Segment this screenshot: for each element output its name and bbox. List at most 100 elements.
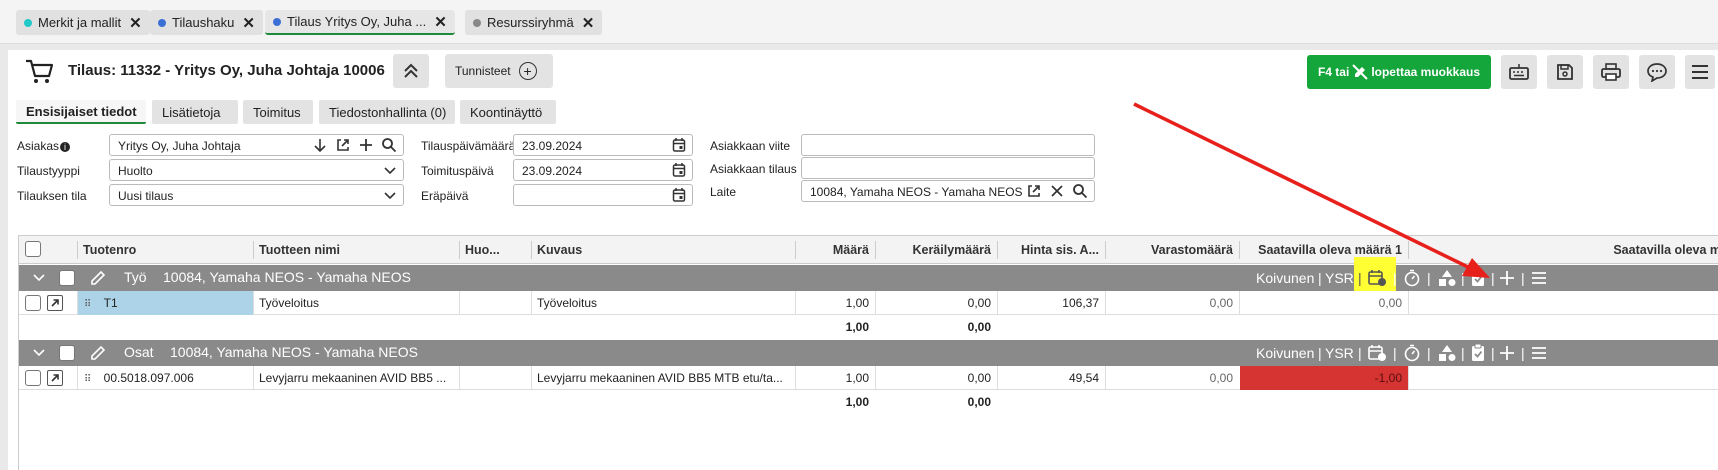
nimi-cell[interactable]: Työveloitus: [259, 291, 454, 315]
kuvaus-cell[interactable]: Työveloitus: [537, 291, 791, 315]
asiakkaan-tilaus-field[interactable]: [801, 157, 1095, 179]
kuvaus-cell[interactable]: Levyjarru mekaaninen AVID BB5 MTB etu/ta…: [537, 366, 791, 390]
print-button[interactable]: [1593, 55, 1629, 89]
drag-handle-icon[interactable]: ⠿: [84, 299, 91, 310]
plus-icon[interactable]: [359, 137, 373, 153]
maara-cell[interactable]: 1,00: [795, 366, 869, 390]
plus-icon[interactable]: [1499, 270, 1515, 286]
col-kerailymaara[interactable]: Keräilymäärä: [875, 243, 991, 257]
calendar-clock-icon[interactable]: [1367, 344, 1387, 362]
close-icon[interactable]: ✕: [242, 14, 255, 32]
group-checkbox[interactable]: [59, 270, 75, 286]
tab-tilaushaku[interactable]: Tilaushaku ✕: [150, 10, 263, 35]
asiakas-field[interactable]: Yritys Oy, Juha Johtaja: [109, 134, 404, 156]
menu-button[interactable]: [1685, 55, 1715, 89]
subtab-ensisijaiset[interactable]: Ensisijaiset tiedot: [16, 100, 146, 124]
maara-cell[interactable]: 1,00: [795, 291, 869, 315]
shapes-icon[interactable]: [1437, 269, 1457, 287]
saatavilla-cell[interactable]: 0,00: [1239, 291, 1402, 315]
col-maara[interactable]: Määrä: [795, 243, 869, 257]
tila-select[interactable]: Uusi tilaus: [109, 184, 404, 206]
toimituspvm-value: 23.09.2024: [522, 164, 583, 178]
pencil-icon[interactable]: [89, 344, 107, 362]
timer-icon[interactable]: [1403, 269, 1421, 287]
hinta-cell[interactable]: 106,37: [997, 291, 1099, 315]
group-checkbox[interactable]: [59, 345, 75, 361]
open-external-icon[interactable]: [1026, 183, 1042, 199]
hinta-cell[interactable]: 49,54: [997, 366, 1099, 390]
tab-merkit-ja-mallit[interactable]: Merkit ja mallit ✕: [16, 10, 150, 35]
save-button[interactable]: [1547, 55, 1583, 89]
open-row-button[interactable]: [47, 370, 63, 386]
varasto-cell[interactable]: 0,00: [1105, 366, 1233, 390]
col-hinta[interactable]: Hinta sis. A...: [997, 243, 1099, 257]
clipboard-check-icon[interactable]: [1470, 268, 1486, 288]
search-icon[interactable]: [1072, 183, 1088, 199]
close-icon[interactable]: ✕: [582, 14, 595, 32]
shapes-icon[interactable]: [1437, 344, 1457, 362]
tilaustyyppi-select[interactable]: Huolto: [109, 159, 404, 181]
viite-field[interactable]: [801, 134, 1095, 156]
tab-tilaus[interactable]: Tilaus Yritys Oy, Juha ... ✕: [265, 10, 455, 35]
select-all-checkbox[interactable]: [25, 241, 41, 257]
open-external-icon[interactable]: [335, 137, 351, 153]
col-saatavilla-1[interactable]: Saatavilla oleva määrä 1: [1239, 243, 1402, 257]
table-row[interactable]: ⠿ T1 Työveloitus Työveloitus 1,00 0,00 1…: [19, 291, 1718, 315]
col-tuotenro[interactable]: Tuotenro: [83, 243, 136, 257]
col-kuvaus[interactable]: Kuvaus: [537, 243, 582, 257]
comments-button[interactable]: [1639, 55, 1675, 89]
chevron-down-icon[interactable]: [33, 273, 45, 283]
group-code[interactable]: YSR: [1325, 270, 1354, 286]
subtab-toimitus[interactable]: Toimitus: [243, 100, 313, 124]
subtab-lisatietoja[interactable]: Lisätietoja: [152, 100, 238, 124]
row-checkbox[interactable]: [25, 370, 41, 386]
tab-resurssiryhma[interactable]: Resurssiryhmä ✕: [465, 10, 603, 35]
open-row-button[interactable]: [47, 295, 63, 311]
calendar-icon[interactable]: [672, 187, 686, 203]
chevron-down-icon[interactable]: [33, 348, 45, 358]
nimi-cell[interactable]: Levyjarru mekaaninen AVID BB5 ...: [259, 366, 454, 390]
calendar-clock-icon[interactable]: [1367, 269, 1387, 287]
close-icon[interactable]: ✕: [129, 14, 142, 32]
arrow-down-icon[interactable]: [313, 137, 327, 153]
plus-icon[interactable]: [1499, 345, 1515, 361]
row-checkbox[interactable]: [25, 295, 41, 311]
hamburger-icon[interactable]: [1531, 270, 1547, 286]
close-icon[interactable]: ✕: [434, 13, 447, 31]
table-row[interactable]: ⠿ 00.5018.097.006 Levyjarru mekaaninen A…: [19, 366, 1718, 390]
tuotenro-cell[interactable]: ⠿ T1: [78, 291, 253, 315]
clipboard-check-icon[interactable]: [1470, 343, 1486, 363]
erapaiva-field[interactable]: [513, 184, 693, 206]
calendar-icon[interactable]: [672, 137, 686, 153]
collapse-button[interactable]: [393, 54, 429, 88]
timer-icon[interactable]: [1403, 344, 1421, 362]
group-user[interactable]: Koivunen: [1256, 345, 1314, 361]
calendar-icon[interactable]: [672, 162, 686, 178]
keyboard-button[interactable]: [1501, 55, 1537, 89]
tags-button[interactable]: Tunnisteet +: [445, 54, 553, 88]
saatavilla-cell-negative[interactable]: -1,00: [1240, 366, 1408, 390]
col-varastomaara[interactable]: Varastomäärä: [1105, 243, 1233, 257]
col-huo[interactable]: Huo...: [465, 243, 500, 257]
kerailymaara-cell[interactable]: 0,00: [875, 366, 991, 390]
col-saatavilla-2[interactable]: Saatavilla oleva mä: [1408, 243, 1718, 257]
huo-cell[interactable]: [465, 291, 525, 315]
kerailymaara-cell[interactable]: 0,00: [875, 291, 991, 315]
group-user[interactable]: Koivunen: [1256, 270, 1314, 286]
stop-editing-button[interactable]: F4 tai lopettaa muokkaus: [1307, 55, 1491, 89]
col-tuotteen-nimi[interactable]: Tuotteen nimi: [259, 243, 340, 257]
tilauspvm-field[interactable]: 23.09.2024: [513, 134, 693, 156]
varasto-cell[interactable]: 0,00: [1105, 291, 1233, 315]
toimituspvm-field[interactable]: 23.09.2024: [513, 159, 693, 181]
subtab-tiedostonhallinta[interactable]: Tiedostonhallinta (0): [319, 100, 455, 124]
drag-handle-icon[interactable]: ⠿: [84, 374, 91, 385]
group-code[interactable]: YSR: [1325, 345, 1354, 361]
search-icon[interactable]: [381, 137, 397, 153]
subtab-koontinaytto[interactable]: Koontinäyttö: [460, 100, 556, 124]
pencil-icon[interactable]: [89, 269, 107, 287]
clear-icon[interactable]: [1050, 183, 1064, 199]
tuotenro-cell[interactable]: ⠿ 00.5018.097.006: [78, 366, 253, 390]
laite-field[interactable]: 10084, Yamaha NEOS - Yamaha NEOS: [801, 180, 1095, 202]
huo-cell[interactable]: [465, 366, 525, 390]
hamburger-icon[interactable]: [1531, 345, 1547, 361]
